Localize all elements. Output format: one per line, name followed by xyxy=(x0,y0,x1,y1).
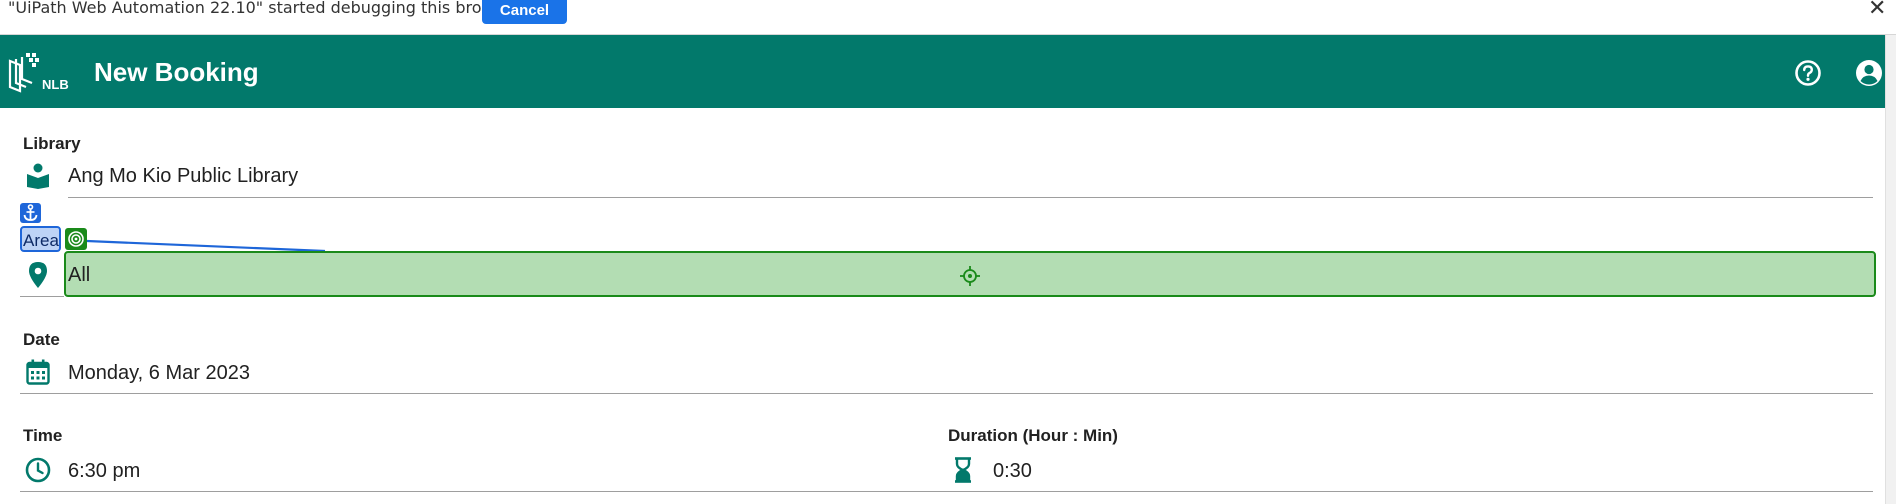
library-underline xyxy=(68,197,1873,198)
time-underline xyxy=(20,491,1873,492)
hourglass-icon xyxy=(955,457,971,483)
cancel-debug-button[interactable]: Cancel xyxy=(482,0,567,24)
date-value[interactable]: Monday, 6 Mar 2023 xyxy=(68,362,250,385)
location-pin-icon xyxy=(29,262,47,288)
anchor-link-line xyxy=(86,239,326,253)
account-circle-icon[interactable] xyxy=(1855,59,1883,87)
close-icon[interactable]: ✕ xyxy=(1868,0,1886,21)
date-underline xyxy=(20,393,1873,394)
target-icon xyxy=(65,228,87,250)
duration-value[interactable]: 0:30 xyxy=(993,460,1032,483)
area-underline xyxy=(20,296,64,297)
help-circle-icon[interactable] xyxy=(1794,59,1822,87)
area-value[interactable]: All xyxy=(68,264,90,287)
time-label: Time xyxy=(23,426,63,445)
crosshair-icon xyxy=(960,266,980,286)
time-value[interactable]: 6:30 pm xyxy=(68,460,140,483)
area-label: Area xyxy=(23,231,59,250)
date-label: Date xyxy=(23,330,60,349)
scrollbar[interactable] xyxy=(1885,35,1896,504)
clock-icon xyxy=(25,457,51,483)
anchor-icon xyxy=(20,203,41,223)
duration-label: Duration (Hour : Min) xyxy=(948,426,1118,445)
calendar-icon xyxy=(26,359,50,385)
